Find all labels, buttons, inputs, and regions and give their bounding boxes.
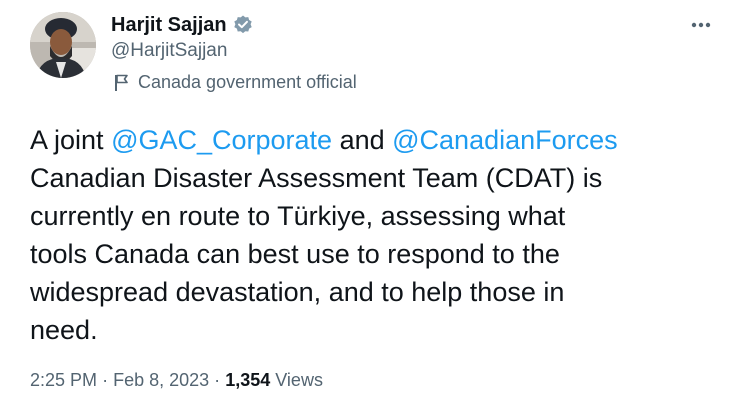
tweet-text-run: and <box>332 125 393 155</box>
tweet-text-run: A joint <box>30 125 112 155</box>
avatar-image <box>30 12 96 78</box>
tweet-text-run: need. <box>30 315 98 345</box>
avatar[interactable] <box>30 12 96 78</box>
mention-link[interactable]: @CanadianForces <box>392 125 618 155</box>
tweet-text-run: Canadian Disaster Assessment Team (CDAT)… <box>30 163 603 193</box>
author-name-row: Harjit Sajjan <box>111 12 254 38</box>
views-label: Views <box>275 370 323 390</box>
tweet-time: 2:25 PM <box>30 370 98 390</box>
tweet-text-line: A joint @GAC_Corporate and @CanadianForc… <box>30 121 710 159</box>
meta-separator: · <box>214 370 221 390</box>
tweet-date: Feb 8, 2023 <box>113 370 210 390</box>
tweet-text-run: currently en route to Türkiye, assessing… <box>30 201 566 231</box>
views-count: 1,354 <box>225 370 271 390</box>
government-label[interactable]: Canada government official <box>113 71 357 93</box>
author-handle[interactable]: @HarjitSajjan <box>111 40 227 62</box>
tweet-text-line: tools Canada can best use to respond to … <box>30 235 710 273</box>
meta-separator: · <box>102 370 109 390</box>
flag-icon <box>113 73 130 92</box>
tweet-time-link[interactable]: 2:25 PM · Feb 8, 2023 <box>30 370 209 390</box>
tweet-text-line: Canadian Disaster Assessment Team (CDAT)… <box>30 159 710 197</box>
verified-badge-icon[interactable] <box>232 14 254 36</box>
author-display-name[interactable]: Harjit Sajjan <box>111 14 227 37</box>
tweet-text: A joint @GAC_Corporate and @CanadianForc… <box>30 121 710 349</box>
tweet-text-run: tools Canada can best use to respond to … <box>30 239 560 269</box>
more-options-button[interactable] <box>684 12 718 38</box>
tweet-text-line: currently en route to Türkiye, assessing… <box>30 197 710 235</box>
tweet-text-run: widespread devastation, and to help thos… <box>30 277 565 307</box>
mention-link[interactable]: @GAC_Corporate <box>111 125 332 155</box>
tweet-card: Harjit Sajjan @HarjitSajjan Canada gover… <box>0 0 730 406</box>
government-label-text: Canada government official <box>138 71 357 92</box>
tweet-text-line: widespread devastation, and to help thos… <box>30 273 710 311</box>
tweet-meta: 2:25 PM · Feb 8, 2023 · 1,354 Views <box>30 370 323 391</box>
more-options-icon <box>691 22 711 28</box>
tweet-text-line: need. <box>30 311 710 349</box>
